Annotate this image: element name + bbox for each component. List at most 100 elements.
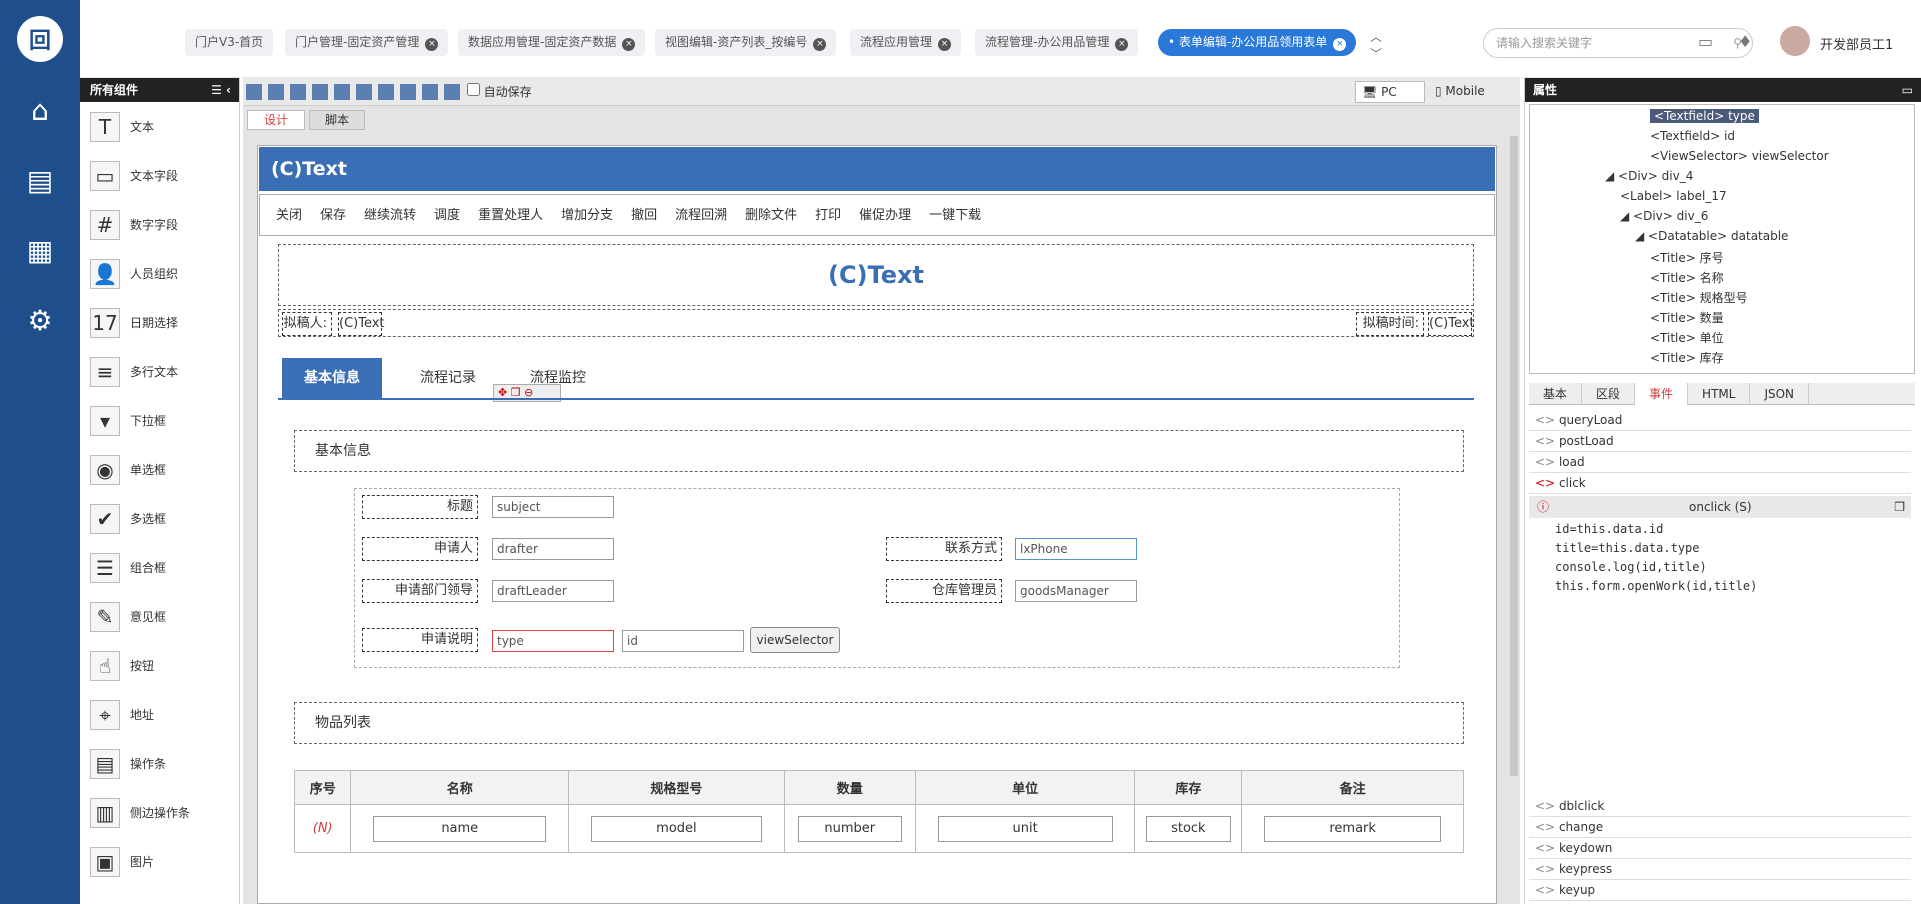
top-tab[interactable]: • 表单编辑-办公用品领用表单 × (1158, 29, 1357, 56)
tree-node[interactable]: <Title> 序号 (1650, 249, 1724, 266)
applicant-field[interactable]: drafter (492, 538, 614, 560)
title-field[interactable]: subject (492, 496, 614, 518)
table-cell[interactable]: stock (1134, 804, 1243, 853)
minimize-icon[interactable]: ▭ (1902, 78, 1913, 102)
view-selector-button[interactable]: viewSelector (750, 627, 840, 653)
menu-icon[interactable]: ☰ ‹ (211, 78, 231, 102)
component-item[interactable]: ✎ 意见框 (80, 592, 239, 641)
print-icon[interactable] (312, 84, 328, 100)
export-icon[interactable] (378, 84, 394, 100)
tree-node[interactable]: <Title> 数量 (1650, 309, 1724, 326)
form-action-button[interactable]: 一键下载 (929, 208, 981, 223)
tree-node[interactable]: <Title> 库存 (1650, 349, 1724, 366)
avatar[interactable] (1780, 26, 1810, 56)
code-line[interactable]: this.form.openWork(id,title) (1555, 577, 1885, 596)
component-item[interactable]: ≡ 多行文本 (80, 347, 239, 396)
tab-flow-record[interactable]: 流程记录 (398, 358, 498, 398)
form-action-button[interactable]: 增加分支 (561, 208, 613, 223)
form-action-button[interactable]: 继续流转 (364, 208, 416, 223)
prop-tab[interactable]: HTML (1688, 383, 1751, 405)
warehouse-field[interactable]: goodsManager (1015, 580, 1137, 602)
top-tab[interactable]: 视图编辑-资产列表_按编号 × (655, 29, 837, 56)
table-input[interactable]: unit (937, 815, 1113, 842)
scroll-arrows-icon[interactable]: ︿ ﹀ (1370, 28, 1382, 62)
list-icon[interactable]: ▤ (0, 145, 80, 215)
key-icon[interactable] (334, 84, 350, 100)
onclick-header[interactable]: ⓘ onclick (S) ❐ (1529, 496, 1911, 518)
table-cell[interactable]: remark (1241, 804, 1464, 853)
component-item[interactable]: ✔ 多选框 (80, 494, 239, 543)
form-action-button[interactable]: 重置处理人 (478, 208, 543, 223)
table-input[interactable]: stock (1146, 815, 1231, 842)
table-input[interactable]: remark (1264, 815, 1441, 842)
tree-node[interactable]: ◢ <Datatable> datatable (1635, 229, 1788, 243)
component-item[interactable]: ▤ 操作条 (80, 739, 239, 788)
preview-icon[interactable] (290, 84, 306, 100)
tree-node[interactable]: <Title> 规格型号 (1650, 289, 1748, 306)
form-action-button[interactable]: 调度 (434, 208, 460, 223)
top-tab[interactable]: 门户管理-固定资产管理 × (285, 29, 449, 56)
user-name[interactable]: 开发部员工1 (1820, 34, 1893, 53)
tree-node[interactable]: ◢ <Div> div_6 (1620, 209, 1708, 223)
component-item[interactable]: 👤 人员组织 (80, 249, 239, 298)
mobile-toggle[interactable]: ▯ Mobile (1429, 81, 1509, 103)
prop-tab[interactable]: 区段 (1582, 383, 1636, 405)
form-action-button[interactable]: 保存 (320, 208, 346, 223)
close-icon[interactable]: × (622, 38, 636, 51)
close-icon[interactable]: × (1115, 38, 1129, 51)
top-tab[interactable]: 数据应用管理-固定资产数据 × (458, 29, 646, 56)
import-icon[interactable] (356, 84, 372, 100)
component-item[interactable]: ▭ 文本字段 (80, 151, 239, 200)
code-line[interactable]: console.log(id,title) (1555, 558, 1885, 577)
component-item[interactable]: T 文本 (80, 102, 239, 151)
table-cell[interactable]: number (783, 804, 916, 853)
event-item[interactable]: <> keydown (1529, 838, 1911, 859)
pc-toggle[interactable]: 🖥 PC (1355, 81, 1425, 103)
form-action-button[interactable]: 打印 (815, 208, 841, 223)
code-line[interactable]: id=this.data.id (1555, 520, 1885, 539)
component-item[interactable]: ⌖ 地址 (80, 690, 239, 739)
app-logo[interactable]: 回 (0, 0, 80, 78)
table-cell[interactable]: unit (914, 804, 1136, 853)
code-line[interactable]: title=this.data.type (1555, 539, 1885, 558)
tree-node[interactable]: <Label> label_17 (1620, 189, 1727, 203)
event-item[interactable]: <> dblclick (1529, 796, 1911, 817)
leader-field[interactable]: draftLeader (492, 580, 614, 602)
component-item[interactable]: 17 日期选择 (80, 298, 239, 347)
top-tab[interactable]: 流程管理-办公用品管理 × (975, 29, 1139, 56)
id-field[interactable]: id (622, 630, 744, 652)
close-icon[interactable]: × (813, 38, 827, 51)
event-item[interactable]: <> load (1529, 452, 1911, 473)
type-field[interactable]: type (492, 630, 614, 652)
tree-node[interactable]: <Title> 单位 (1650, 329, 1724, 346)
prop-tab[interactable]: JSON (1750, 383, 1810, 405)
event-item[interactable]: <> keyup (1529, 880, 1911, 901)
table-cell[interactable]: name (350, 804, 570, 853)
shirt-icon[interactable]: ♦ (1738, 32, 1752, 51)
component-item[interactable]: ▥ 侧边操作条 (80, 788, 239, 837)
tree-node[interactable]: <ViewSelector> viewSelector (1650, 149, 1829, 163)
table-input[interactable]: number (797, 815, 902, 842)
save-icon[interactable] (268, 84, 284, 100)
close-icon[interactable]: × (425, 38, 439, 51)
tree-node[interactable]: ◢ <Div> div_4 (1605, 169, 1693, 183)
tab-basic-info[interactable]: 基本信息 (282, 358, 382, 398)
table-cell[interactable]: model (568, 804, 785, 853)
event-item[interactable]: <> postLoad (1529, 431, 1911, 452)
new-icon[interactable] (246, 84, 262, 100)
tree-node[interactable]: <Title> 名称 (1650, 269, 1724, 286)
prop-tab[interactable]: 事件 (1635, 383, 1689, 405)
top-tab[interactable]: 流程应用管理 × (850, 29, 962, 56)
autosave-checkbox[interactable]: 自动保存 (466, 83, 532, 99)
form-action-button[interactable]: 关闭 (276, 208, 302, 223)
canvas-scrollbar[interactable] (1510, 136, 1518, 776)
close-icon[interactable]: × (938, 38, 952, 51)
component-item[interactable]: ◉ 单选框 (80, 445, 239, 494)
component-item[interactable]: ☝ 按钮 (80, 641, 239, 690)
help-icon[interactable] (422, 84, 438, 100)
prop-tab[interactable]: 基本 (1529, 383, 1583, 405)
close-icon[interactable]: × (1333, 38, 1347, 51)
table-input[interactable]: model (590, 815, 763, 842)
layout-icon[interactable] (400, 84, 416, 100)
chat-icon[interactable]: ▭ (1698, 32, 1713, 51)
